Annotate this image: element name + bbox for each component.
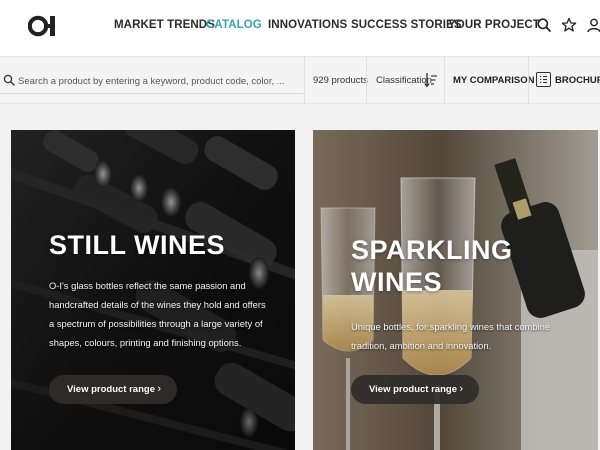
user-icon[interactable] [586,17,600,33]
search-underline [0,93,303,94]
brochure-icon[interactable] [536,72,551,87]
product-count: 929 products [313,75,368,86]
toolbar-divider [366,57,367,103]
nav-catalog[interactable]: CATALOG [206,19,262,31]
toolbar-divider [444,57,445,103]
search-icon[interactable] [536,17,552,33]
card-description: Unique bottles, for sparkling wines that… [351,321,551,351]
view-product-range-button[interactable]: View product range › [351,375,479,404]
search-field-icon [3,74,15,86]
still-wines-card[interactable]: STILL WINES O-I's glass bottles reflect … [11,130,295,450]
brochure-button[interactable]: BROCHURE [555,75,600,86]
card-title-line-1: SPARKLING [351,235,513,265]
button-label: View product range [369,384,457,395]
card-description: O-I's glass bottles reflect the same pas… [49,280,266,348]
chevron-right-icon: › [157,383,161,395]
top-navigation: MARKET TRENDS CATALOG INNOVATIONS SUCCES… [0,0,600,52]
my-comparison-button[interactable]: MY COMPARISON [453,75,534,86]
view-product-range-button[interactable]: View product range › [49,375,177,404]
card-title: SPARKLING WINES [351,234,513,298]
toolbar-divider [304,57,305,103]
sparkling-wines-card[interactable]: SPARKLING WINES Unique bottles, for spar… [313,130,598,450]
catalog-toolbar: 929 products Classification MY COMPARISO… [0,56,600,104]
star-icon[interactable] [561,17,577,33]
nav-market-trends[interactable]: MARKET TRENDS [114,19,215,31]
card-title: STILL WINES [49,230,226,260]
nav-your-project[interactable]: YOUR PROJECT [448,19,540,31]
sort-icon[interactable] [424,71,438,89]
chevron-right-icon: › [459,383,463,395]
catalog-content: STILL WINES O-I's glass bottles reflect … [0,104,600,450]
card-title-line-2: WINES [351,267,443,297]
search-input[interactable] [18,69,302,93]
nav-innovations[interactable]: INNOVATIONS [268,19,347,31]
toolbar-divider [528,57,529,103]
nav-success-stories[interactable]: SUCCESS STORIES [351,19,462,31]
oi-logo[interactable] [28,14,58,38]
button-label: View product range [67,384,155,395]
